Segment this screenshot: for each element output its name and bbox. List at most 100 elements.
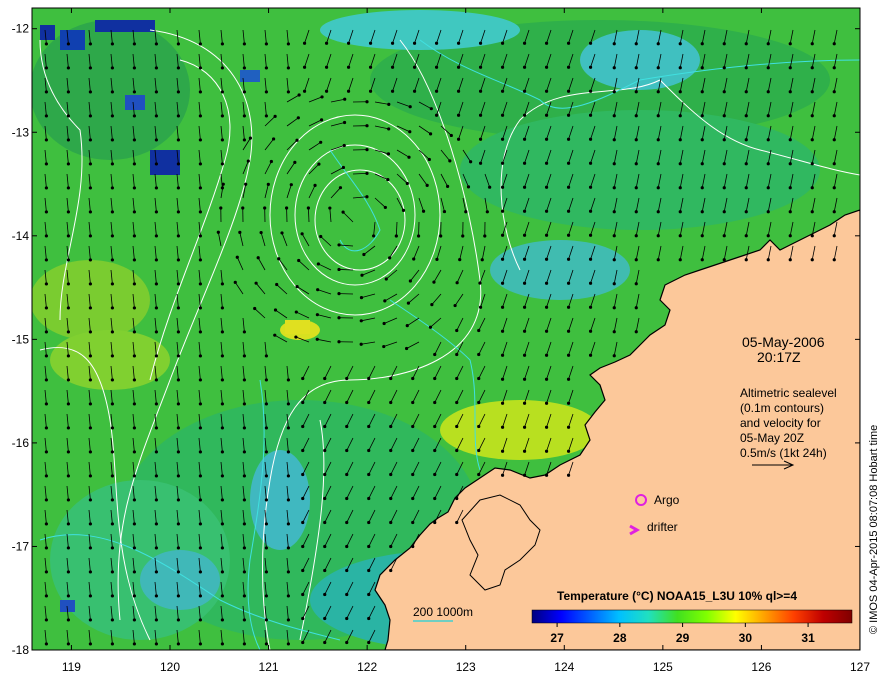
- velocity-vector-head: [478, 41, 483, 45]
- colorbar-title: Temperature (°C) NOAA15_L3U 10% ql>=4: [557, 589, 797, 603]
- velocity-vector-head: [110, 234, 114, 238]
- velocity-vector-head: [566, 473, 571, 477]
- x-tick-label: 126: [751, 660, 771, 674]
- velocity-vector-head: [220, 66, 224, 70]
- velocity-vector-head: [132, 138, 136, 142]
- velocity-vector-head: [588, 89, 593, 93]
- velocity-vector-head: [387, 127, 391, 131]
- velocity-vector-head: [110, 42, 114, 46]
- velocity-vector-head: [634, 162, 638, 166]
- y-tick-label: -18: [12, 643, 30, 657]
- velocity-vector-head: [110, 570, 114, 574]
- velocity-vector-head: [242, 522, 246, 526]
- velocity-vector-head: [198, 522, 202, 526]
- velocity-vector-head: [264, 618, 268, 622]
- velocity-vector-head: [345, 496, 349, 501]
- velocity-vector-head: [744, 138, 748, 142]
- velocity-vector-head: [264, 66, 268, 70]
- velocity-vector-head: [88, 618, 92, 622]
- velocity-vector-head: [766, 138, 770, 142]
- velocity-vector-head: [132, 210, 136, 214]
- velocity-vector-head: [132, 354, 136, 358]
- velocity-vector-head: [256, 256, 260, 260]
- map-figure: 119 120 121 122 123 124 125 126 127 -12 -13 -14 -15…: [12, 7, 880, 674]
- velocity-vector-head: [242, 330, 246, 334]
- velocity-vector-head: [132, 522, 136, 526]
- velocity-vector-head: [477, 448, 481, 453]
- velocity-vector-head: [678, 234, 682, 238]
- velocity-vector-head: [346, 89, 351, 93]
- velocity-vector-head: [544, 257, 549, 261]
- velocity-vector-head: [500, 257, 505, 261]
- velocity-vector-head: [500, 401, 505, 405]
- velocity-vector-head: [110, 162, 114, 166]
- velocity-vector-head: [154, 186, 158, 190]
- velocity-vector-head: [44, 234, 48, 238]
- velocity-vector-head: [566, 89, 571, 93]
- velocity-vector-head: [455, 328, 459, 333]
- velocity-vector-head: [176, 90, 180, 94]
- velocity-vector-head: [544, 185, 549, 189]
- velocity-vector-head: [346, 65, 351, 69]
- velocity-vector-head: [264, 522, 268, 526]
- velocity-vector-head: [656, 114, 660, 118]
- velocity-vector-head: [700, 90, 704, 94]
- time-text: 20:17Z: [757, 349, 801, 365]
- velocity-vector-head: [242, 402, 246, 406]
- velocity-vector-head: [88, 546, 92, 550]
- velocity-vector-head: [455, 281, 459, 285]
- velocity-vector-head: [264, 42, 268, 46]
- velocity-vector-head: [700, 114, 704, 118]
- velocity-vector-head: [337, 243, 341, 247]
- velocity-vector-head: [323, 520, 327, 525]
- velocity-vector-head: [461, 234, 465, 238]
- velocity-vector-head: [242, 354, 246, 358]
- velocity-vector-head: [198, 642, 202, 646]
- velocity-vector-head: [788, 114, 792, 118]
- velocity-vector-head: [323, 472, 327, 477]
- altimetry-line-4: 05-May 20Z: [740, 431, 804, 445]
- velocity-vector-head: [416, 234, 421, 238]
- velocity-vector-head: [500, 113, 505, 117]
- velocity-vector-head: [316, 288, 320, 292]
- velocity-vector-head: [323, 376, 327, 381]
- y-tick-label: -16: [12, 436, 30, 450]
- velocity-vector-head: [566, 257, 571, 261]
- velocity-vector-head: [154, 450, 158, 454]
- velocity-vector-head: [154, 162, 158, 166]
- velocity-vector-head: [220, 402, 224, 406]
- x-tick-label: 123: [456, 660, 476, 674]
- velocity-vector-head: [220, 330, 224, 334]
- velocity-vector-head: [88, 114, 92, 118]
- velocity-vector-head: [455, 400, 459, 405]
- velocity-vector-head: [66, 66, 70, 70]
- velocity-vector-head: [522, 113, 527, 117]
- velocity-vector-head: [656, 138, 660, 142]
- velocity-vector-head: [634, 114, 638, 118]
- velocity-vector-head: [323, 568, 327, 573]
- velocity-vector-head: [44, 210, 48, 214]
- velocity-vector-head: [176, 522, 180, 526]
- velocity-vector-head: [253, 306, 257, 311]
- date-text: 05-May-2006: [742, 334, 825, 350]
- velocity-vector-head: [566, 161, 571, 165]
- velocity-vector-head: [220, 354, 224, 358]
- velocity-vector-head: [44, 330, 48, 334]
- velocity-vector-head: [634, 258, 638, 262]
- velocity-vector-head: [66, 546, 70, 550]
- velocity-vector-head: [198, 618, 202, 622]
- velocity-vector-head: [522, 137, 527, 141]
- velocity-vector-head: [273, 308, 278, 312]
- velocity-vector-head: [722, 66, 726, 70]
- velocity-vector-head: [656, 234, 660, 238]
- velocity-vector-head: [522, 257, 527, 261]
- altimetry-line-1: Altimetric sealevel: [740, 386, 837, 400]
- velocity-vector-head: [678, 42, 682, 46]
- velocity-vector-head: [341, 165, 346, 170]
- velocity-vector-head: [766, 210, 770, 214]
- velocity-vector-head: [110, 378, 114, 382]
- velocity-vector-head: [293, 160, 297, 165]
- velocity-vector-head: [810, 114, 814, 118]
- velocity-vector-head: [286, 474, 290, 478]
- velocity-vector-head: [66, 138, 70, 142]
